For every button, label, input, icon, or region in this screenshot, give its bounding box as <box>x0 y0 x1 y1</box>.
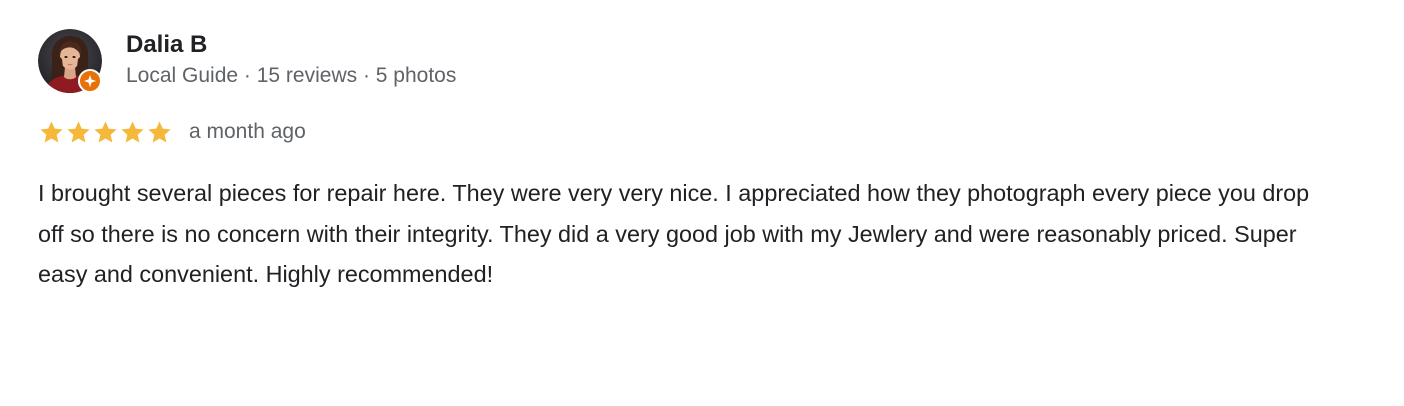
reviewer-name[interactable]: Dalia B <box>126 31 207 59</box>
review-text: I brought several pieces for repair here… <box>38 180 1310 287</box>
reviewer-meta: Local Guide · 15 reviews · 5 photos <box>126 64 457 87</box>
local-guide-badge-icon <box>78 69 102 93</box>
reviewer-avatar[interactable] <box>38 29 102 93</box>
star-icon <box>121 120 144 143</box>
star-icon <box>148 120 171 143</box>
guide-star-icon <box>83 74 97 88</box>
rating-row: a month ago <box>38 118 306 146</box>
star-icon <box>40 120 63 143</box>
star-icon <box>94 120 117 143</box>
star-rating <box>38 119 173 146</box>
star-icon <box>67 120 90 143</box>
review-card: Dalia B Local Guide · 15 reviews · 5 pho… <box>0 0 1404 406</box>
review-date: a month ago <box>189 120 306 143</box>
